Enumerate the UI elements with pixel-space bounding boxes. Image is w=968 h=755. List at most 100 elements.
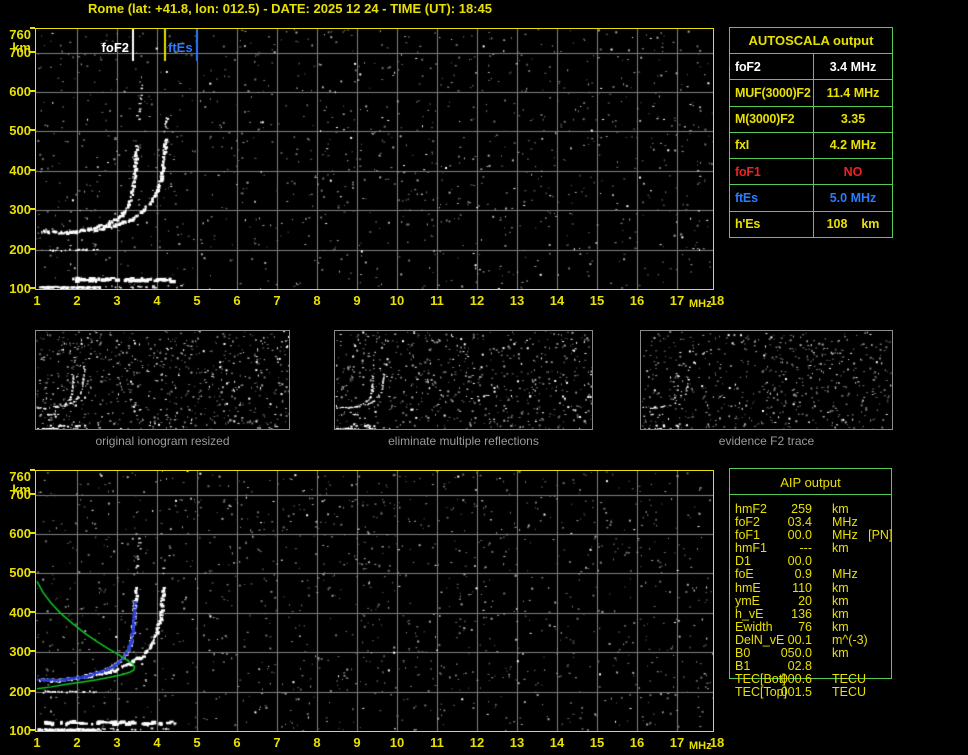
x-tick-label: 5 [193,735,201,750]
thumb-f2-trace-canvas [641,331,892,429]
x-axis-unit: MHz [689,298,712,310]
y-tick-label: 200 [9,241,31,257]
thumbnail-original-ionogram [35,330,290,430]
ionogram-bottom-frame [35,470,714,732]
aip-row: TEC[Bot] 000.6 TECU [729,672,892,687]
aip-row-name: foF2 [735,515,761,530]
aip-row-value: 000.6 [780,672,812,687]
y-tick-label: 600 [9,84,31,100]
x-tick-label: 14 [549,735,565,750]
y-axis-tick [30,729,35,731]
aip-row: foF2 03.4 MHz [729,515,892,530]
y-axis-tick [30,689,35,692]
aip-row-unit: TECU [832,672,867,687]
x-tick-label: 11 [430,735,444,750]
aip-row-name: hmE [735,580,761,595]
autoscala-row-value: 108 km [826,217,880,232]
autoscala-row-label: foF2 [730,54,814,80]
aip-row-name: B0 [735,646,751,661]
autoscala-row-value: NO [843,164,863,179]
aip-row-unit: km [832,593,849,608]
x-tick-label: 16 [629,735,645,750]
aip-row-value: 02.8 [787,659,812,674]
autoscala-row: M(3000)F2 3.35 [730,105,892,132]
thumbnail-caption-original: original ionogram resized [95,434,230,448]
autoscala-row: fxI 4.2 MHz [730,131,892,159]
autoscala-row-value: 3.4 MHz [829,59,877,74]
y-tick-label: 200 [9,683,31,699]
aip-row-value: 76 [798,619,812,634]
aip-row-value: 00.0 [787,528,812,543]
aip-row: foF1 00.0 MHz [PN] [729,528,892,543]
x-tick-label: 2 [73,735,81,750]
x-tick-label: 8 [313,293,321,308]
aip-table-rows: hmF2 259 km foF2 03.4 MHz foF1 00.0 MHz [PN] hmF1… [729,502,892,700]
y-tick-label: 100 [9,281,31,296]
x-tick-label: 10 [389,735,405,750]
aip-row: Ewidth 76 km [729,619,892,634]
aip-row-unit: km [832,580,849,595]
aip-row-value: 20 [798,593,812,608]
aip-row: foE 0.9 MHz [729,567,892,582]
y-axis-tick [30,610,35,613]
x-tick-label: 3 [113,293,121,308]
y-axis-tick [30,168,35,171]
autoscala-output-table: AUTOSCALA output foF2 3.4 MHz MUF(3000)F2 1… [729,27,893,238]
aip-row-unit: km [832,502,849,516]
x-tick-label: 13 [509,735,525,750]
autoscala-row: foF1 NO [730,158,892,185]
x-tick-label: 6 [233,735,241,750]
autoscala-table-title: AUTOSCALA output [730,28,892,54]
x-tick-label: 3 [113,735,121,750]
aip-row: hmF1 --- km [729,541,892,556]
aip-table-title: AIP output [730,469,891,495]
thumbnail-evidence-f2 [640,330,893,430]
x-tick-label: 16 [629,293,645,308]
aip-row-unit: km [832,541,849,556]
x-axis-unit: MHz [689,740,712,752]
aip-row-value: 259 [791,502,812,516]
y-axis-tick [30,650,35,653]
x-tick-label: 4 [153,293,161,308]
x-tick-label: 13 [509,293,525,308]
autoscala-row-label: ftEs [730,185,814,211]
x-tick-label: 14 [549,293,565,308]
aip-row-value: 136 [791,606,812,621]
x-tick-label: 10 [389,293,405,308]
y-axis-tick [30,247,35,250]
y-tick-label: 500 [9,123,31,139]
aip-row-unit: TECU [832,685,867,700]
y-axis-tick [30,27,35,29]
aip-row-unit: MHz [832,567,858,582]
autoscala-row-value: 11.4 MHz [826,85,880,100]
autoscala-row-label: MUF(3000)F2 [730,80,814,106]
x-tick-label: 17 [669,293,685,308]
aip-row-name: D1 [735,554,751,569]
y-axis-unit: km [12,40,31,55]
autoscala-row-label: h'Es [730,211,814,237]
aip-row: TEC[Top] 001.5 TECU [729,685,892,700]
x-tick-label: 4 [153,735,161,750]
thumbnail-caption-eliminate: eliminate multiple reflections [388,434,539,448]
y-tick-label: 600 [9,526,31,542]
aip-row-value: 0.9 [794,567,812,582]
y-tick-label: 400 [9,162,31,178]
ionogram-bottom-canvas [36,471,713,731]
autoscala-row-label: M(3000)F2 [730,106,814,132]
thumbnail-caption-evidence: evidence F2 trace [718,434,815,448]
y-tick-label: 500 [9,565,31,581]
y-axis-tick [30,129,35,132]
autoscala-row-value: 3.35 [840,112,866,127]
aip-row-name: ymE [735,593,760,608]
aip-row-unit: m^(-3) [832,632,868,647]
foF2-marker-label: foF2 [101,40,129,55]
x-tick-label: 8 [313,735,321,750]
y-axis-tick [30,208,35,211]
ionogram-top-canvas [36,29,713,289]
aip-row-unit: km [832,606,849,621]
aip-row: B0 050.0 km [729,646,892,661]
autoscala-table-rows: foF2 3.4 MHz MUF(3000)F2 11.4 MHz M(3000)F2 3… [730,54,892,237]
x-tick-label: 6 [233,293,241,308]
y-tick-label: 400 [9,604,31,620]
y-axis-unit: km [12,482,31,497]
